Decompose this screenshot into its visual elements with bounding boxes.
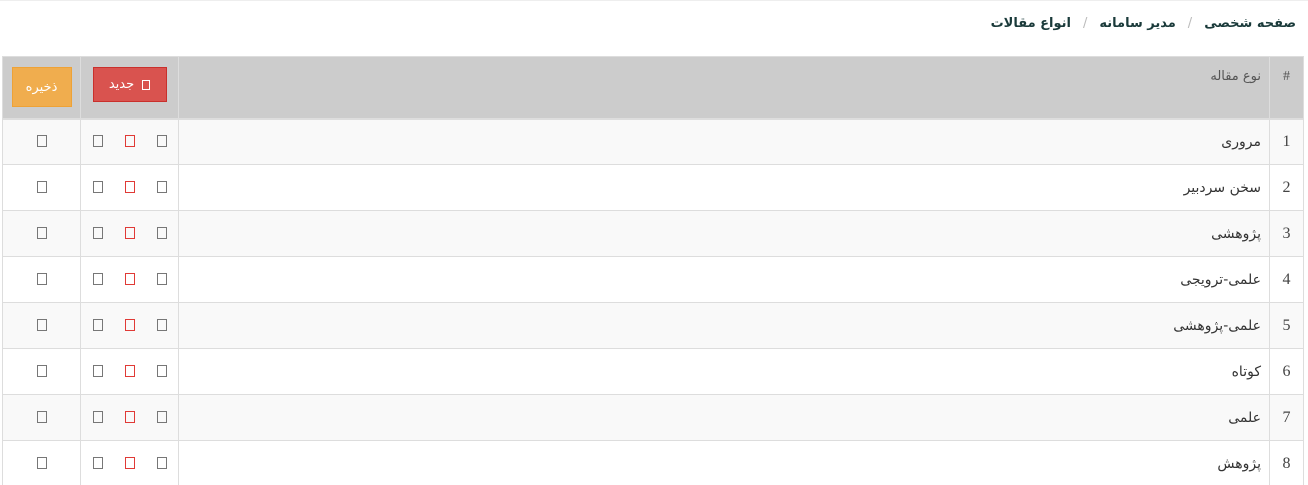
edit-icon[interactable]: [156, 134, 167, 147]
row-action-icons: [92, 226, 167, 239]
row-number: 7: [1269, 394, 1304, 441]
row-number: 4: [1269, 256, 1304, 303]
row-actions: [80, 210, 179, 257]
delete-icon[interactable]: [124, 226, 135, 239]
table-row: 2 سخن سردبیر: [2, 164, 1304, 211]
breadcrumb-separator: /: [1187, 16, 1193, 31]
page: صفحه شخصی / مدیر سامانه / انواع مقالات #…: [0, 0, 1308, 485]
row-actions: [80, 394, 179, 441]
edit-icon[interactable]: [156, 180, 167, 193]
row-actions: [80, 302, 179, 349]
row-action-icons: [92, 318, 167, 331]
row-number: 1: [1269, 118, 1304, 165]
header-number: #: [1269, 56, 1304, 120]
table-row: 7 علمی: [2, 394, 1304, 441]
delete-icon[interactable]: [124, 456, 135, 469]
row-article-type: پژوهشی: [178, 210, 1270, 257]
row-article-type: علمی-پژوهشی: [178, 302, 1270, 349]
row-number: 6: [1269, 348, 1304, 395]
view-icon[interactable]: [92, 364, 103, 377]
select-checkbox-icon[interactable]: [36, 134, 47, 147]
row-number: 3: [1269, 210, 1304, 257]
view-icon[interactable]: [92, 134, 103, 147]
row-select: [2, 164, 81, 211]
select-checkbox-icon[interactable]: [36, 364, 47, 377]
breadcrumb-separator: /: [1082, 16, 1088, 31]
row-select: [2, 210, 81, 257]
breadcrumb: صفحه شخصی / مدیر سامانه / انواع مقالات: [991, 16, 1296, 31]
row-article-type: مروری: [178, 118, 1270, 165]
row-article-type: علمی: [178, 394, 1270, 441]
row-number: 8: [1269, 440, 1304, 485]
row-actions: [80, 118, 179, 165]
row-action-icons: [92, 364, 167, 377]
row-select: [2, 256, 81, 303]
edit-icon[interactable]: [156, 410, 167, 423]
row-select: [2, 348, 81, 395]
table-header-row: # نوع مقاله جدید ذخیره: [2, 56, 1304, 120]
view-icon[interactable]: [92, 318, 103, 331]
edit-icon[interactable]: [156, 318, 167, 331]
row-number: 2: [1269, 164, 1304, 211]
header-new-cell: جدید: [80, 56, 179, 120]
row-select: [2, 394, 81, 441]
table-row: 6 کوتاه: [2, 348, 1304, 395]
new-icon: [142, 79, 151, 90]
table-row: 3 پژوهشی: [2, 210, 1304, 257]
row-number: 5: [1269, 302, 1304, 349]
table-row: 5 علمی-پژوهشی: [2, 302, 1304, 349]
view-icon[interactable]: [92, 410, 103, 423]
delete-icon[interactable]: [124, 134, 135, 147]
table-row: 8 پژوهش: [2, 440, 1304, 485]
row-select: [2, 302, 81, 349]
select-checkbox-icon[interactable]: [36, 226, 47, 239]
row-article-type: کوتاه: [178, 348, 1270, 395]
edit-icon[interactable]: [156, 272, 167, 285]
row-actions: [80, 440, 179, 485]
edit-icon[interactable]: [156, 364, 167, 377]
delete-icon[interactable]: [124, 318, 135, 331]
row-article-type: علمی-ترویجی: [178, 256, 1270, 303]
table-row: 4 علمی-ترویجی: [2, 256, 1304, 303]
view-icon[interactable]: [92, 456, 103, 469]
table-row: 1 مروری: [2, 118, 1304, 165]
header-article-type: نوع مقاله: [178, 56, 1270, 120]
table-body: 1 مروری 2 سخن سردبیر 3 پژوهشی 4 علمی-ترو…: [2, 118, 1304, 485]
header-save-cell: ذخیره: [2, 56, 81, 120]
breadcrumb-home-link[interactable]: صفحه شخصی: [1204, 16, 1296, 31]
view-icon[interactable]: [92, 180, 103, 193]
row-actions: [80, 348, 179, 395]
select-checkbox-icon[interactable]: [36, 456, 47, 469]
row-actions: [80, 256, 179, 303]
breadcrumb-admin-link[interactable]: مدیر سامانه: [1099, 16, 1175, 31]
row-action-icons: [92, 180, 167, 193]
delete-icon[interactable]: [124, 410, 135, 423]
delete-icon[interactable]: [124, 272, 135, 285]
row-action-icons: [92, 134, 167, 147]
row-article-type: پژوهش: [178, 440, 1270, 485]
view-icon[interactable]: [92, 272, 103, 285]
edit-icon[interactable]: [156, 456, 167, 469]
delete-icon[interactable]: [124, 180, 135, 193]
article-types-table: # نوع مقاله جدید ذخیره 1 مروری 2 سخن سرد…: [2, 56, 1304, 485]
row-actions: [80, 164, 179, 211]
new-button[interactable]: جدید: [92, 67, 167, 102]
view-icon[interactable]: [92, 226, 103, 239]
breadcrumb-current: انواع مقالات: [990, 16, 1071, 31]
row-select: [2, 118, 81, 165]
row-article-type: سخن سردبیر: [178, 164, 1270, 211]
row-action-icons: [92, 410, 167, 423]
select-checkbox-icon[interactable]: [36, 180, 47, 193]
new-button-label: جدید: [108, 77, 135, 92]
save-button-label: ذخیره: [25, 79, 58, 95]
edit-icon[interactable]: [156, 226, 167, 239]
select-checkbox-icon[interactable]: [36, 410, 47, 423]
row-action-icons: [92, 456, 167, 469]
row-select: [2, 440, 81, 485]
delete-icon[interactable]: [124, 364, 135, 377]
save-button[interactable]: ذخیره: [11, 67, 72, 107]
select-checkbox-icon[interactable]: [36, 272, 47, 285]
select-checkbox-icon[interactable]: [36, 318, 47, 331]
row-action-icons: [92, 272, 167, 285]
